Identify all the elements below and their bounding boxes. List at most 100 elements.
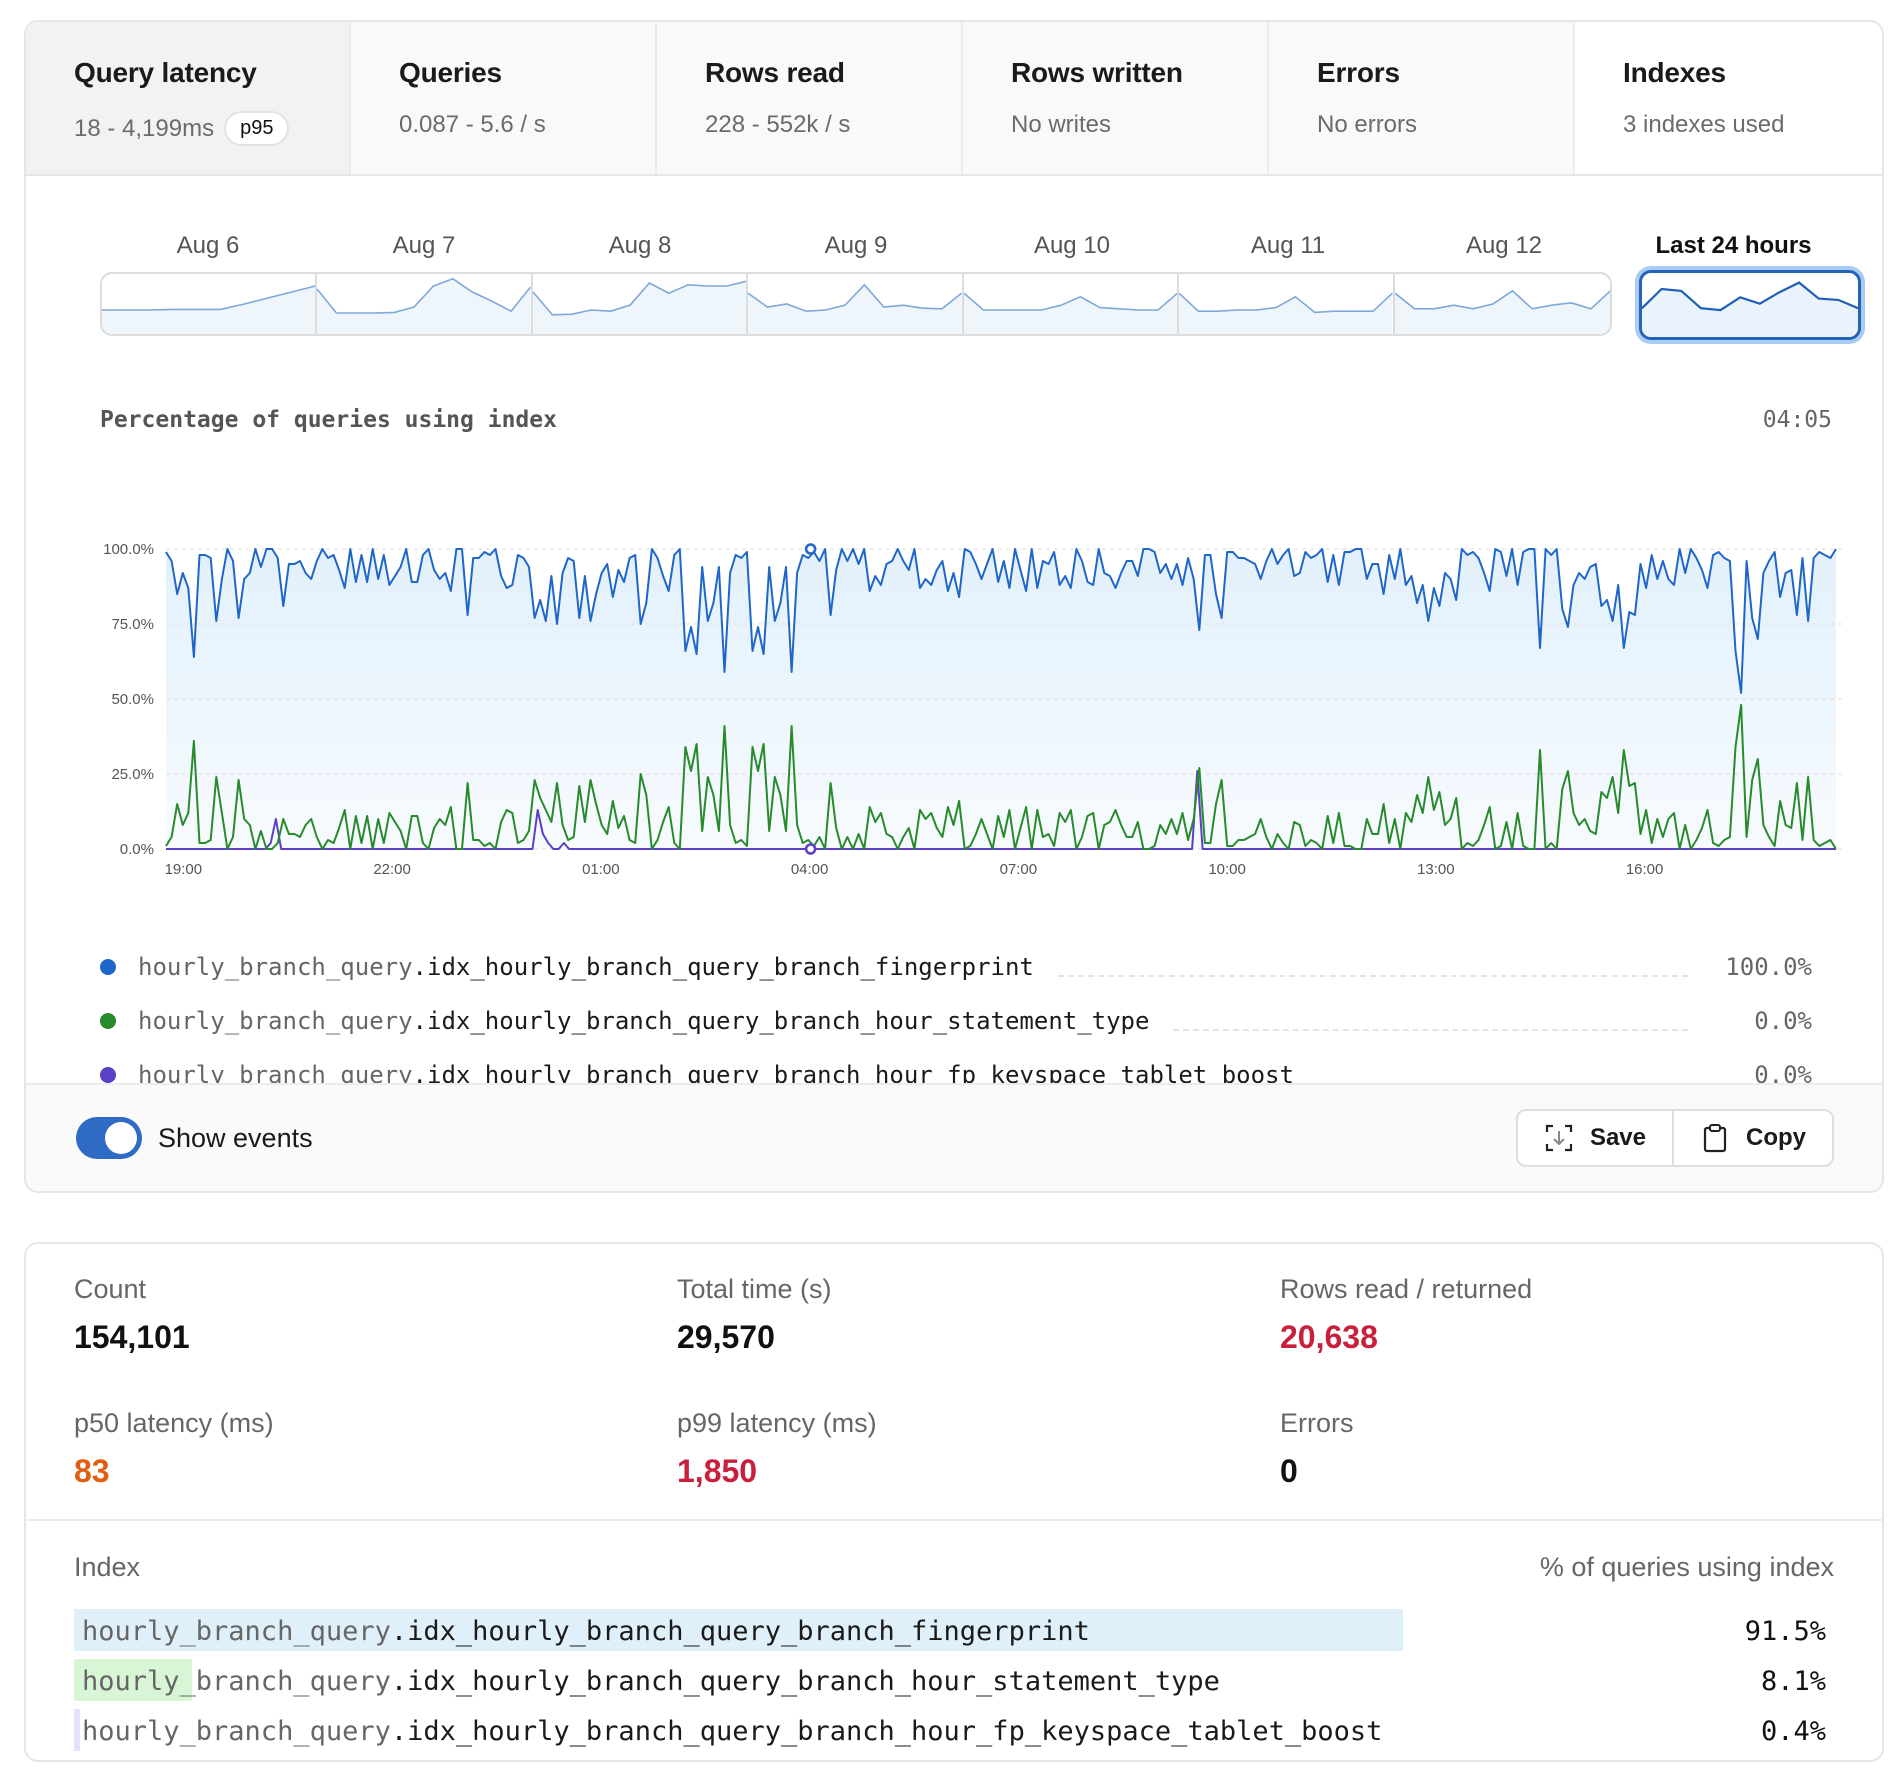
tab-rows-written[interactable]: Rows written No writes (963, 22, 1269, 174)
day-sparkline-cell[interactable] (963, 274, 1180, 334)
stat-label: p50 latency (ms) (74, 1408, 274, 1438)
day-sparkline-cell[interactable] (748, 274, 964, 334)
copy-button[interactable]: Copy (1672, 1111, 1832, 1165)
y-tick-label: 100.0% (103, 541, 154, 558)
stat-errors: Errors 0 (1280, 1408, 1874, 1490)
export-button-group: Save Copy (1515, 1109, 1834, 1167)
sparkline (1179, 292, 1393, 334)
usage-percent: 91.5% (1744, 1615, 1826, 1647)
stat-value: 0 (1280, 1453, 1298, 1489)
tab-subtitle: 0.087 - 5.6 / s (399, 111, 546, 138)
usage-percent: 0.4% (1760, 1715, 1826, 1747)
table-name: hourly_branch_query (82, 1715, 391, 1747)
table-row: hourly_branch_query.idx_hourly_branch_qu… (74, 1706, 1834, 1756)
toggle-knob (105, 1122, 137, 1154)
day-label[interactable]: Aug 12 (1396, 232, 1612, 260)
day-sparkline-cell[interactable] (532, 274, 749, 334)
index-table: hourly_branch_query.idx_hourly_branch_qu… (74, 1606, 1834, 1756)
tab-errors[interactable]: Errors No errors (1269, 22, 1575, 174)
x-tick-label: 13:00 (1417, 861, 1455, 878)
stat-value: 1,850 (677, 1453, 758, 1489)
show-events-toggle[interactable] (76, 1117, 142, 1159)
tab-indexes[interactable]: Indexes 3 indexes used (1575, 22, 1882, 174)
stat-rows-read-returned: Rows read / returned 20,638 (1280, 1274, 1874, 1356)
x-tick-label: 19:00 (165, 861, 203, 878)
legend-index-name: .idx_hourly_branch_query_branch_fingerpr… (412, 953, 1034, 981)
tab-title: Query latency (74, 57, 257, 88)
section-divider (26, 1519, 1882, 1521)
stat-label: Rows read / returned (1280, 1274, 1533, 1304)
legend-value: 0.0% (1754, 1007, 1812, 1035)
stat-value: 83 (74, 1453, 110, 1489)
show-events-label[interactable]: Show events (158, 1123, 313, 1154)
tab-title: Rows written (1011, 57, 1183, 88)
day-selector: Aug 6 Aug 7 Aug 8 Aug 9 Aug 10 Aug 11 Au… (76, 212, 1861, 352)
day-label[interactable]: Aug 6 (100, 232, 316, 260)
sparkline-area (317, 278, 531, 334)
sparkline-area (1179, 293, 1393, 334)
metric-tabs: Query latency 18 - 4,199ms p95 Queries 0.… (26, 22, 1882, 176)
series-dot-icon (100, 959, 116, 975)
last-24-hours-sparkline[interactable] (1639, 270, 1861, 340)
stat-value: 29,570 (677, 1319, 775, 1355)
x-tick-label: 10:00 (1208, 861, 1246, 878)
stat-count: Count 154,101 (74, 1274, 677, 1356)
tab-query-latency[interactable]: Query latency 18 - 4,199ms p95 (26, 22, 351, 174)
day-sparkline-cell[interactable] (1179, 274, 1395, 334)
day-sparkline-cell[interactable] (317, 274, 533, 334)
index-name: .idx_hourly_branch_query_branch_fingerpr… (390, 1615, 1090, 1647)
stat-label: Total time (s) (677, 1274, 832, 1304)
day-label[interactable]: Aug 9 (748, 232, 964, 260)
day-label[interactable]: Aug 8 (532, 232, 748, 260)
day-label[interactable]: Aug 7 (316, 232, 532, 260)
tab-queries[interactable]: Queries 0.087 - 5.6 / s (351, 22, 657, 174)
sparkline (748, 283, 962, 334)
index-name: .idx_hourly_branch_query_branch_hour_sta… (390, 1665, 1220, 1697)
day-sparkline-strip (100, 272, 1612, 336)
sparkline-area (963, 293, 1178, 334)
stat-label: p99 latency (ms) (677, 1408, 877, 1438)
sparkline-area (532, 281, 747, 334)
stat-label: Errors (1280, 1408, 1354, 1438)
tab-rows-read[interactable]: Rows read 228 - 552k / s (657, 22, 963, 174)
day-label[interactable]: Aug 11 (1180, 232, 1396, 260)
hover-marker-tablet-boost (804, 843, 817, 855)
chart-legend: hourly_branch_query.idx_hourly_branch_qu… (100, 940, 1860, 1102)
legend-item[interactable]: hourly_branch_query.idx_hourly_branch_qu… (100, 994, 1860, 1048)
tab-subtitle: 3 indexes used (1623, 111, 1785, 138)
stat-value: 154,101 (74, 1319, 190, 1355)
x-tick-label: 01:00 (582, 861, 620, 878)
y-tick-label: 25.0% (111, 766, 154, 783)
legend-leader-line (1173, 1029, 1688, 1031)
table-row: hourly_branch_query.idx_hourly_branch_qu… (74, 1656, 1834, 1706)
column-header-index: Index (74, 1552, 141, 1582)
legend-item[interactable]: hourly_branch_query.idx_hourly_branch_qu… (100, 940, 1860, 994)
percentile-badge[interactable]: p95 (224, 111, 290, 146)
table-name: hourly_branch_query (82, 1615, 391, 1647)
tab-subtitle: 18 - 4,199ms (74, 114, 215, 142)
last-24-hours-label[interactable]: Last 24 hours (1621, 232, 1846, 260)
y-tick-label: 0.0% (120, 841, 154, 858)
tab-subtitle: No writes (1011, 111, 1112, 138)
stat-p99-latency: p99 latency (ms) 1,850 (677, 1408, 1280, 1490)
chart-footer: Show events Save Copy (26, 1083, 1882, 1191)
day-sparkline-cell[interactable] (1394, 274, 1610, 334)
hover-marker-fingerprint (804, 543, 817, 555)
series-dot-icon (100, 1013, 116, 1029)
usage-percent: 8.1% (1760, 1665, 1826, 1697)
series-dot-icon (100, 1067, 116, 1083)
sparkline (317, 277, 531, 334)
chart-title: Percentage of queries using index (100, 407, 557, 433)
stat-p50-latency: p50 latency (ms) 83 (74, 1408, 677, 1490)
tab-title: Rows read (705, 57, 845, 88)
stats-grid: Count 154,101 Total time (s) 29,570 Rows r… (74, 1274, 1874, 1490)
sparkline-area (748, 284, 962, 334)
save-button[interactable]: Save (1518, 1111, 1672, 1165)
day-label[interactable]: Aug 10 (964, 232, 1180, 260)
save-label: Save (1589, 1124, 1646, 1151)
clipboard-icon (1703, 1124, 1727, 1153)
x-tick-label: 16:00 (1626, 861, 1664, 878)
day-sparkline-cell[interactable] (102, 274, 318, 334)
copy-label: Copy (1746, 1124, 1806, 1151)
index-usage-chart[interactable]: 0.0% 25.0% 50.0% 75.0% 100.0% 19:00 22:00 01:00… (86, 512, 1884, 902)
